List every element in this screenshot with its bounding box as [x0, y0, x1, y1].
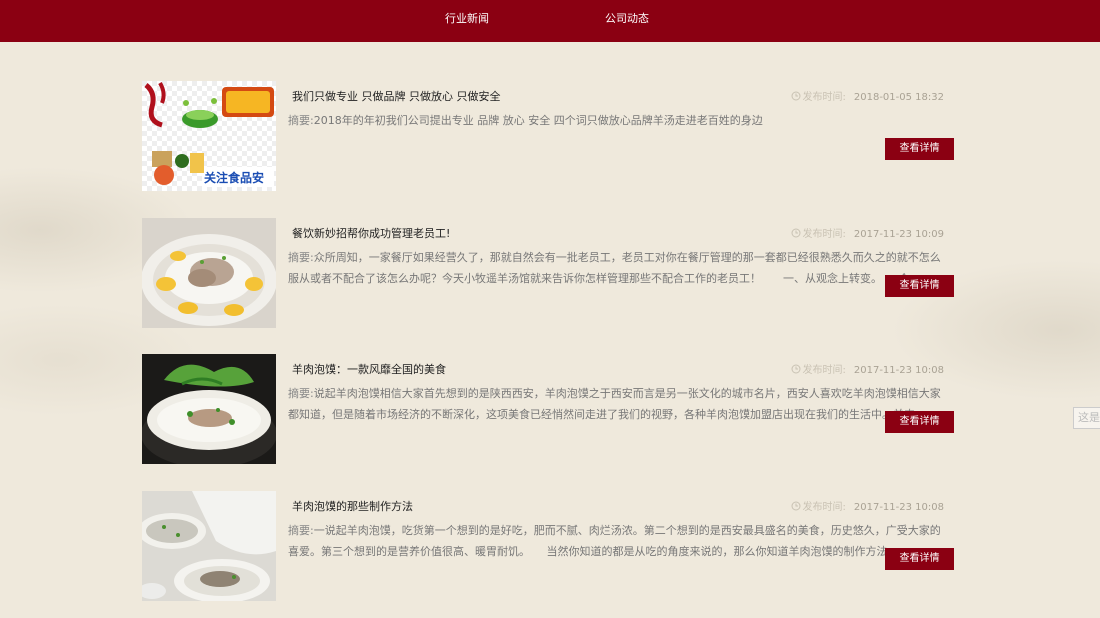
svg-text:关注食品安: 关注食品安 — [204, 170, 264, 185]
side-floating-tag[interactable]: 这是 — [1073, 407, 1100, 429]
view-details-button[interactable]: 查看详情 — [885, 275, 954, 297]
news-thumbnail-lamb-bone-soup[interactable] — [142, 218, 276, 328]
summary-text: 2018年的年初我们公司提出专业 品牌 放心 安全 四个词只做放心品牌羊汤走进老… — [313, 114, 763, 127]
clock-icon — [791, 228, 801, 241]
clock-icon — [791, 91, 801, 104]
date-label: 发布时间: — [802, 92, 846, 103]
date-label: 发布时间: — [802, 229, 846, 240]
news-item: 餐饮新妙招帮你成功管理老员工! 发布时间: 2017-11-23 10:09 摘要… — [142, 218, 954, 328]
clock-icon — [791, 501, 801, 514]
news-thumbnail-paomo-preparation[interactable] — [142, 491, 276, 601]
news-item: 关注食品安 我们只做专业 只做品牌 只做放心 只做安全 发布时间: 2018-01… — [142, 81, 954, 191]
news-summary: 摘要:一说起羊肉泡馍，吃货第一个想到的是好吃，肥而不腻、肉烂汤浓。第二个想到的是… — [288, 520, 948, 562]
news-title[interactable]: 羊肉泡馍的那些制作方法 — [292, 498, 413, 514]
summary-label: 摘要: — [288, 387, 314, 400]
date-label: 发布时间: — [802, 502, 846, 513]
news-thumbnail-lamb-paomo-bowl[interactable] — [142, 354, 276, 464]
news-date: 发布时间: 2018-01-05 18:32 — [791, 88, 944, 104]
summary-label: 摘要: — [288, 251, 314, 264]
summary-text: 一说起羊肉泡馍，吃货第一个想到的是好吃，肥而不腻、肉烂汤浓。第二个想到的是西安最… — [288, 524, 941, 558]
clock-icon — [791, 364, 801, 377]
date-value: 2018-01-05 18:32 — [853, 92, 944, 103]
summary-text: 说起羊肉泡馍相信大家首先想到的是陕西西安，羊肉泡馍之于西安而言是另一张文化的城市… — [288, 387, 941, 421]
summary-label: 摘要: — [288, 524, 314, 537]
nav-item-company-news[interactable]: 公司动态 — [605, 0, 649, 38]
news-date: 发布时间: 2017-11-23 10:08 — [791, 361, 944, 377]
news-item: 羊肉泡馍：一款风靡全国的美食 发布时间: 2017-11-23 10:08 摘要:… — [142, 354, 954, 464]
view-details-button[interactable]: 查看详情 — [885, 411, 954, 433]
news-summary: 摘要:说起羊肉泡馍相信大家首先想到的是陕西西安，羊肉泡馍之于西安而言是另一张文化… — [288, 383, 948, 425]
date-value: 2017-11-23 10:08 — [853, 502, 944, 513]
news-item: 羊肉泡馍的那些制作方法 发布时间: 2017-11-23 10:08 摘要:一说起… — [142, 491, 954, 601]
nav-item-industry-news[interactable]: 行业新闻 — [445, 0, 489, 38]
summary-text: 众所周知，一家餐厅如果经营久了，那就自然会有一批老员工，老员工对你在餐厅管理的那… — [288, 251, 941, 285]
news-title[interactable]: 餐饮新妙招帮你成功管理老员工! — [292, 225, 450, 241]
news-date: 发布时间: 2017-11-23 10:08 — [791, 498, 944, 514]
news-thumbnail-food-safety-poster[interactable]: 关注食品安 — [142, 81, 276, 191]
view-details-button[interactable]: 查看详情 — [885, 138, 954, 160]
summary-label: 摘要: — [288, 114, 314, 127]
view-details-button[interactable]: 查看详情 — [885, 548, 954, 570]
news-title[interactable]: 我们只做专业 只做品牌 只做放心 只做安全 — [292, 88, 501, 104]
news-title[interactable]: 羊肉泡馍：一款风靡全国的美食 — [292, 361, 446, 377]
news-date: 发布时间: 2017-11-23 10:09 — [791, 225, 944, 241]
top-nav-bar: 行业新闻 公司动态 — [0, 0, 1100, 42]
news-summary: 摘要:众所周知，一家餐厅如果经营久了，那就自然会有一批老员工，老员工对你在餐厅管… — [288, 247, 948, 289]
news-summary: 摘要:2018年的年初我们公司提出专业 品牌 放心 安全 四个词只做放心品牌羊汤… — [288, 110, 948, 131]
date-label: 发布时间: — [802, 365, 846, 376]
date-value: 2017-11-23 10:08 — [853, 365, 944, 376]
date-value: 2017-11-23 10:09 — [853, 229, 944, 240]
